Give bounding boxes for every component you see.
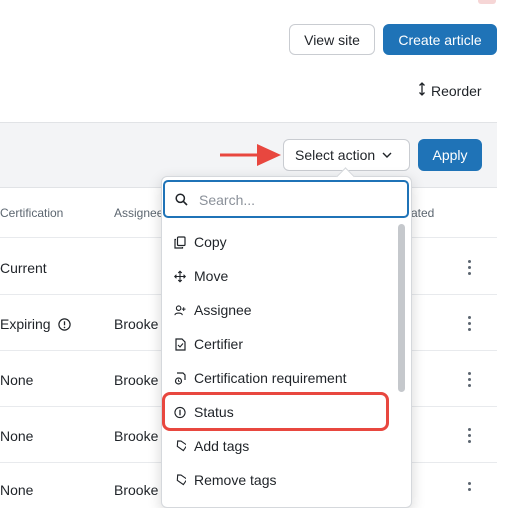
copy-icon <box>174 235 186 249</box>
status-highlight-annotation <box>162 392 389 431</box>
menu-item-move[interactable]: Move <box>166 261 392 291</box>
move-icon <box>174 269 186 283</box>
apply-button[interactable]: Apply <box>418 139 482 171</box>
row-menu-icon[interactable] <box>468 316 472 332</box>
row-menu-icon[interactable] <box>468 482 472 493</box>
chevron-down-icon <box>382 152 392 158</box>
row-certification: Expiring <box>0 316 71 332</box>
menu-item-label: Certifier <box>194 336 244 352</box>
menu-item-remove-tags[interactable]: Remove tags <box>166 465 392 495</box>
tag-icon <box>174 439 186 453</box>
select-action-dropdown[interactable]: Select action <box>283 139 410 171</box>
annotation-arrow-icon <box>220 144 281 166</box>
search-icon <box>175 193 188 206</box>
row-assignee: Brooke <box>114 482 159 498</box>
menu-item-label: Certification requirement <box>194 370 347 386</box>
menu-item-label: Copy <box>194 234 227 250</box>
menu-item-label: Move <box>194 268 229 284</box>
select-action-label: Select action <box>295 147 376 163</box>
assignee-icon <box>174 303 186 317</box>
menu-item-copy[interactable]: Copy <box>166 227 392 257</box>
view-site-button[interactable]: View site <box>289 24 375 55</box>
reorder-label: Reorder <box>431 82 482 99</box>
dropdown-scrollbar[interactable] <box>398 224 405 392</box>
warning-info-icon[interactable] <box>57 317 71 331</box>
row-assignee: Brooke <box>114 428 159 444</box>
menu-item-certifier[interactable]: Certifier <box>166 329 392 359</box>
menu-item-add-tags[interactable]: Add tags <box>166 431 392 461</box>
search-placeholder: Search... <box>199 192 256 208</box>
row-assignee: Brooke <box>114 316 159 332</box>
tag-icon <box>174 473 186 487</box>
row-menu-icon[interactable] <box>468 260 472 276</box>
column-header-certification[interactable]: Certification <box>0 206 63 220</box>
row-menu-icon[interactable] <box>468 428 472 444</box>
row-menu-icon[interactable] <box>468 372 472 388</box>
reorder-button[interactable]: Reorder <box>418 82 482 99</box>
row-certification: None <box>0 482 34 498</box>
create-article-button[interactable]: Create article <box>383 24 497 55</box>
column-header-updated[interactable]: ated <box>411 206 434 220</box>
menu-item-label: Assignee <box>194 302 252 318</box>
action-search-input[interactable]: Search... <box>163 180 409 218</box>
row-certification: None <box>0 372 34 388</box>
certification-requirement-icon <box>174 371 186 385</box>
reorder-icon <box>418 82 426 99</box>
top-edge-fragment <box>478 0 496 4</box>
column-header-assignee[interactable]: Assignee <box>114 206 163 220</box>
menu-item-label: Add tags <box>194 438 250 454</box>
menu-item-label: Remove tags <box>194 472 277 488</box>
menu-item-assignee[interactable]: Assignee <box>166 295 392 325</box>
row-certification: None <box>0 428 34 444</box>
row-assignee: Brooke <box>114 372 159 388</box>
menu-item-certification-requirement[interactable]: Certification requirement <box>166 363 392 393</box>
row-certification: Current <box>0 260 47 276</box>
certifier-icon <box>174 337 186 351</box>
